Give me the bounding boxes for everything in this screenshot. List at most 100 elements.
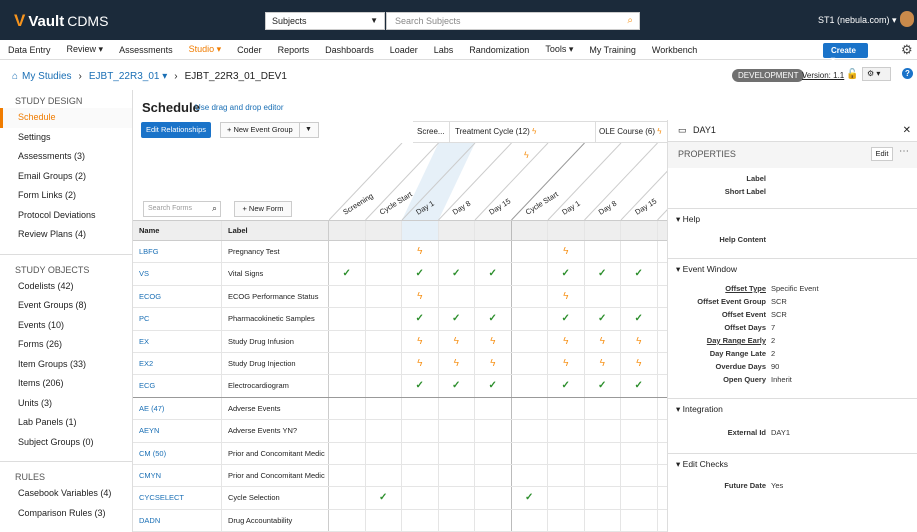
schedule-cell[interactable] [329,352,366,375]
section-help[interactable]: ▾ Help [668,208,917,228]
schedule-cell[interactable]: ✓ [475,308,512,330]
breadcrumb-my-studies[interactable]: My Studies [22,71,71,82]
schedule-cell[interactable] [548,464,585,487]
form-name-link[interactable]: VS [133,263,222,285]
schedule-cell[interactable] [439,397,475,420]
form-name-link[interactable]: AE (47) [133,397,222,420]
event-header-label[interactable]: Day 1 [560,199,581,217]
schedule-cell[interactable]: ✓ [402,375,439,397]
schedule-cell[interactable] [512,285,548,308]
close-icon[interactable]: ✕ [903,125,911,136]
schedule-cell[interactable] [512,263,548,285]
sidebar-item-lab-panels[interactable]: Lab Panels (1) [0,413,132,433]
schedule-cell[interactable]: ✓ [439,375,475,397]
version-link[interactable]: Version: 1.1 [802,71,844,80]
schedule-cell[interactable]: ✓ [475,375,512,397]
form-name-link[interactable]: DADN [133,509,222,532]
nav-loader[interactable]: Loader [382,45,426,55]
schedule-cell[interactable] [329,241,366,263]
schedule-cell[interactable] [548,487,585,509]
schedule-cell[interactable] [548,420,585,442]
schedule-cell[interactable] [585,420,621,442]
event-group-ole-course[interactable]: OLE Course (6) ϟ [597,122,667,142]
schedule-cell[interactable] [366,241,402,263]
subject-select[interactable]: Subjects ▼ [265,12,385,30]
section-event-window[interactable]: ▾ Event Window [668,258,917,278]
schedule-cell[interactable] [329,397,366,420]
schedule-cell[interactable] [548,442,585,464]
schedule-cell[interactable] [621,420,658,442]
schedule-cell[interactable] [366,442,402,464]
search-forms-input[interactable]: Search Forms ⌕ [143,201,221,217]
schedule-cell[interactable] [585,285,621,308]
schedule-cell[interactable] [439,420,475,442]
home-icon[interactable]: ⌂ [12,71,18,82]
sidebar-item-item-groups[interactable]: Item Groups (33) [0,355,132,375]
event-header-label[interactable]: Day 15 [487,196,512,216]
schedule-cell[interactable] [621,241,658,263]
breadcrumb-study[interactable]: EJBT_22R3_01 ▾ [89,71,167,82]
column-header-name[interactable]: Name [133,221,222,240]
sidebar-item-codelists[interactable]: Codelists (42) [0,277,132,297]
schedule-cell[interactable]: ✓ [621,308,658,330]
schedule-cell[interactable] [402,420,439,442]
schedule-cell[interactable]: ϟ [402,330,439,352]
nav-my-training[interactable]: My Training [581,45,644,55]
schedule-cell[interactable] [621,285,658,308]
schedule-cell[interactable] [439,509,475,532]
new-event-group-dropdown[interactable]: ▼ [299,122,317,138]
schedule-cell[interactable] [439,285,475,308]
schedule-cell[interactable] [439,442,475,464]
nav-reports[interactable]: Reports [270,45,318,55]
schedule-cell[interactable] [512,464,548,487]
sidebar-item-event-groups[interactable]: Event Groups (8) [0,296,132,316]
sidebar-item-units[interactable]: Units (3) [0,394,132,414]
drag-drop-editor-link[interactable]: Use drag and drop editor [195,103,284,112]
schedule-cell[interactable] [585,509,621,532]
schedule-cell[interactable] [329,330,366,352]
schedule-cell[interactable]: ϟ [475,330,512,352]
schedule-cell[interactable] [366,375,402,397]
schedule-cell[interactable] [621,442,658,464]
vault-logo[interactable]: V Vault CDMS [14,11,108,31]
event-header-label[interactable]: Day 8 [597,199,618,217]
help-icon[interactable]: ? [902,68,913,79]
schedule-cell[interactable] [439,241,475,263]
schedule-cell[interactable] [621,464,658,487]
schedule-cell[interactable]: ϟ [439,330,475,352]
lock-icon[interactable]: 🔓 [846,69,858,80]
schedule-cell[interactable] [366,397,402,420]
form-name-link[interactable]: ECG [133,375,222,397]
schedule-cell[interactable] [402,487,439,509]
schedule-cell[interactable]: ϟ [402,352,439,375]
create-button[interactable]: Create ▾ [823,43,868,64]
schedule-cell[interactable]: ϟ [402,285,439,308]
search-subjects-input[interactable]: Search Subjects ⌕ [386,12,640,30]
schedule-cell[interactable] [366,509,402,532]
schedule-cell[interactable]: ϟ [548,241,585,263]
schedule-cell[interactable] [512,308,548,330]
event-group-screening[interactable]: Scree... [413,122,450,142]
schedule-cell[interactable] [512,442,548,464]
schedule-cell[interactable]: ✓ [621,263,658,285]
sidebar-item-comparison-rules[interactable]: Comparison Rules (3) [0,504,132,524]
schedule-cell[interactable]: ✓ [548,308,585,330]
form-name-link[interactable]: LBFG [133,241,222,263]
schedule-cell[interactable] [329,509,366,532]
sidebar-item-casebook-variables[interactable]: Casebook Variables (4) [0,484,132,504]
schedule-cell[interactable]: ϟ [585,352,621,375]
schedule-cell[interactable]: ✓ [585,375,621,397]
user-menu[interactable]: ST1 (nebula.com) ▾ [818,15,897,26]
column-header-label[interactable]: Label [222,221,329,240]
schedule-cell[interactable] [402,397,439,420]
schedule-cell[interactable] [585,464,621,487]
schedule-cell[interactable] [439,487,475,509]
schedule-cell[interactable]: ✓ [621,375,658,397]
schedule-cell[interactable] [329,285,366,308]
schedule-cell[interactable] [512,420,548,442]
schedule-cell[interactable] [475,442,512,464]
sidebar-item-protocol-deviations[interactable]: Protocol Deviations [0,206,132,226]
schedule-cell[interactable] [621,509,658,532]
schedule-cell[interactable] [366,308,402,330]
schedule-cell[interactable] [512,352,548,375]
